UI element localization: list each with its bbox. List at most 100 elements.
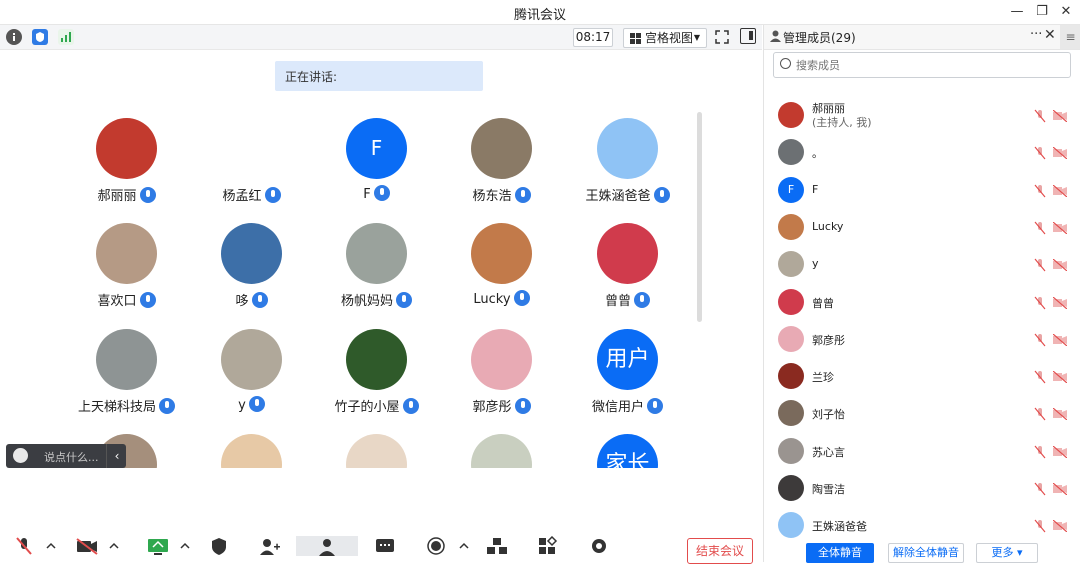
mic-muted-icon[interactable] (1034, 519, 1046, 533)
participant-tile[interactable]: 郝丽丽 (64, 118, 189, 218)
close-panel-button[interactable]: ✕ (1044, 27, 1056, 43)
apps-icon[interactable] (536, 535, 560, 556)
stop-video-icon[interactable] (74, 536, 100, 556)
unmute-all-button[interactable]: 解除全体静音 (888, 543, 964, 563)
participant-tile[interactable]: 杨孟红 (189, 118, 314, 218)
mic-muted-icon[interactable] (1034, 296, 1046, 310)
security-shield-icon[interactable] (32, 29, 48, 45)
toggle-side-panel-icon[interactable] (740, 28, 756, 44)
panel-menu-icon[interactable]: ≡ (1060, 25, 1080, 49)
mic-muted-icon[interactable] (1034, 370, 1046, 384)
info-icon[interactable] (6, 29, 22, 45)
close-window-button[interactable]: ✕ (1055, 2, 1077, 22)
camera-off-icon[interactable] (1053, 446, 1067, 458)
end-meeting-button[interactable]: 结束会议 (687, 538, 753, 564)
grid-scrollbar[interactable] (697, 112, 702, 322)
camera-off-icon[interactable] (1053, 110, 1067, 122)
mic-icon (514, 398, 531, 414)
mic-muted-icon[interactable] (1034, 109, 1046, 123)
chevron-up-icon[interactable] (457, 536, 471, 556)
emoji-icon[interactable] (13, 448, 28, 463)
camera-off-icon[interactable] (1053, 222, 1067, 234)
camera-off-icon[interactable] (1053, 520, 1067, 532)
member-search-box[interactable] (773, 52, 1071, 78)
participant-tile[interactable]: 上天梯科技局 (64, 329, 189, 429)
participant-tile[interactable]: FF (314, 118, 439, 218)
share-screen-icon[interactable] (145, 536, 171, 556)
mic-muted-icon[interactable] (1034, 221, 1046, 235)
member-row[interactable]: FF (764, 172, 1080, 209)
mic-muted-icon[interactable] (1034, 258, 1046, 272)
maximize-button[interactable]: ❐ (1031, 2, 1053, 22)
participant-tile[interactable]: y (189, 329, 314, 429)
member-row[interactable]: 兰珍 (764, 358, 1080, 395)
participant-tile[interactable]: 用户微信用户 (565, 329, 690, 429)
camera-off-icon[interactable] (1053, 259, 1067, 271)
participant-tile[interactable] (314, 434, 439, 468)
invite-member-icon[interactable] (257, 536, 281, 556)
participant-tile[interactable]: 曾曾 (565, 223, 690, 323)
camera-off-icon[interactable] (1053, 147, 1067, 159)
participant-tile[interactable]: 家长 (565, 434, 690, 468)
more-options-button[interactable]: ··· (1030, 27, 1042, 42)
member-avatar (778, 289, 804, 315)
participant-tile[interactable]: 杨帆妈妈 (314, 223, 439, 323)
member-row[interactable]: 苏心言 (764, 433, 1080, 470)
collapse-chat-button[interactable]: ‹ (106, 444, 127, 468)
mic-muted-icon[interactable] (1034, 482, 1046, 496)
camera-off-icon[interactable] (1053, 297, 1067, 309)
mute-all-button[interactable]: 全体静音 (806, 543, 874, 563)
member-search-input[interactable] (794, 55, 1058, 75)
participant-tile[interactable] (189, 434, 314, 468)
member-row[interactable]: 曾曾 (764, 284, 1080, 321)
member-row[interactable]: y (764, 246, 1080, 283)
mic-muted-icon[interactable] (1034, 407, 1046, 421)
member-row[interactable]: 郝丽丽 (主持人, 我) (764, 97, 1080, 134)
member-row[interactable]: Lucky (764, 209, 1080, 246)
camera-off-icon[interactable] (1053, 371, 1067, 383)
participant-tile[interactable]: 喜欢口 (64, 223, 189, 323)
mute-mic-icon[interactable] (12, 536, 36, 556)
settings-gear-icon[interactable] (587, 536, 611, 556)
record-icon[interactable] (424, 536, 448, 556)
member-row[interactable]: 郭彦彤 (764, 321, 1080, 358)
manage-members-icon[interactable] (296, 536, 358, 556)
participant-tile[interactable]: 杨东浩 (439, 118, 564, 218)
mic-muted-icon[interactable] (1034, 184, 1046, 198)
mic-icon (251, 292, 268, 308)
chevron-up-icon[interactable] (44, 536, 58, 556)
camera-off-icon[interactable] (1053, 408, 1067, 420)
signal-strength-icon[interactable] (58, 29, 74, 45)
more-button[interactable]: 更多 ▾ (976, 543, 1038, 563)
camera-off-icon[interactable] (1053, 334, 1067, 346)
member-row[interactable]: 刘子怡 (764, 395, 1080, 432)
mic-muted-icon[interactable] (1034, 445, 1046, 459)
fullscreen-icon[interactable] (714, 29, 730, 45)
participant-avatar (471, 329, 532, 390)
participant-name-text: 微信用户 (591, 400, 644, 415)
security-shield-icon[interactable] (207, 536, 231, 556)
camera-off-icon[interactable] (1053, 483, 1067, 495)
camera-off-icon[interactable] (1053, 185, 1067, 197)
chat-bubble[interactable]: 说点什么... ‹ (6, 444, 126, 468)
member-row[interactable]: 陶雪洁 (764, 470, 1080, 507)
member-row[interactable]: 。 (764, 134, 1080, 171)
chevron-up-icon[interactable] (107, 536, 121, 556)
chat-placeholder: 说点什么... (44, 451, 99, 464)
participant-tile[interactable]: Lucky (439, 223, 564, 323)
participant-avatar: 用户 (597, 329, 658, 390)
member-row[interactable]: 王姝涵爸爸 (764, 507, 1080, 544)
participant-tile[interactable]: 郭彦彤 (439, 329, 564, 429)
participant-tile[interactable]: 哆 (189, 223, 314, 323)
mic-muted-icon[interactable] (1034, 146, 1046, 160)
mic-muted-icon[interactable] (1034, 333, 1046, 347)
participant-tile[interactable]: 竹子的小屋 (314, 329, 439, 429)
participant-tile[interactable] (439, 434, 564, 468)
participant-name-text: 杨帆妈妈 (340, 294, 393, 309)
minimize-button[interactable]: — (1006, 2, 1028, 22)
chat-icon[interactable] (373, 536, 397, 556)
participant-tile[interactable]: 王姝涵爸爸 (565, 118, 690, 218)
view-mode-dropdown[interactable]: 宫格视图 ▼ (623, 28, 707, 48)
chevron-up-icon[interactable] (178, 536, 192, 556)
breakout-rooms-icon[interactable] (485, 536, 509, 556)
